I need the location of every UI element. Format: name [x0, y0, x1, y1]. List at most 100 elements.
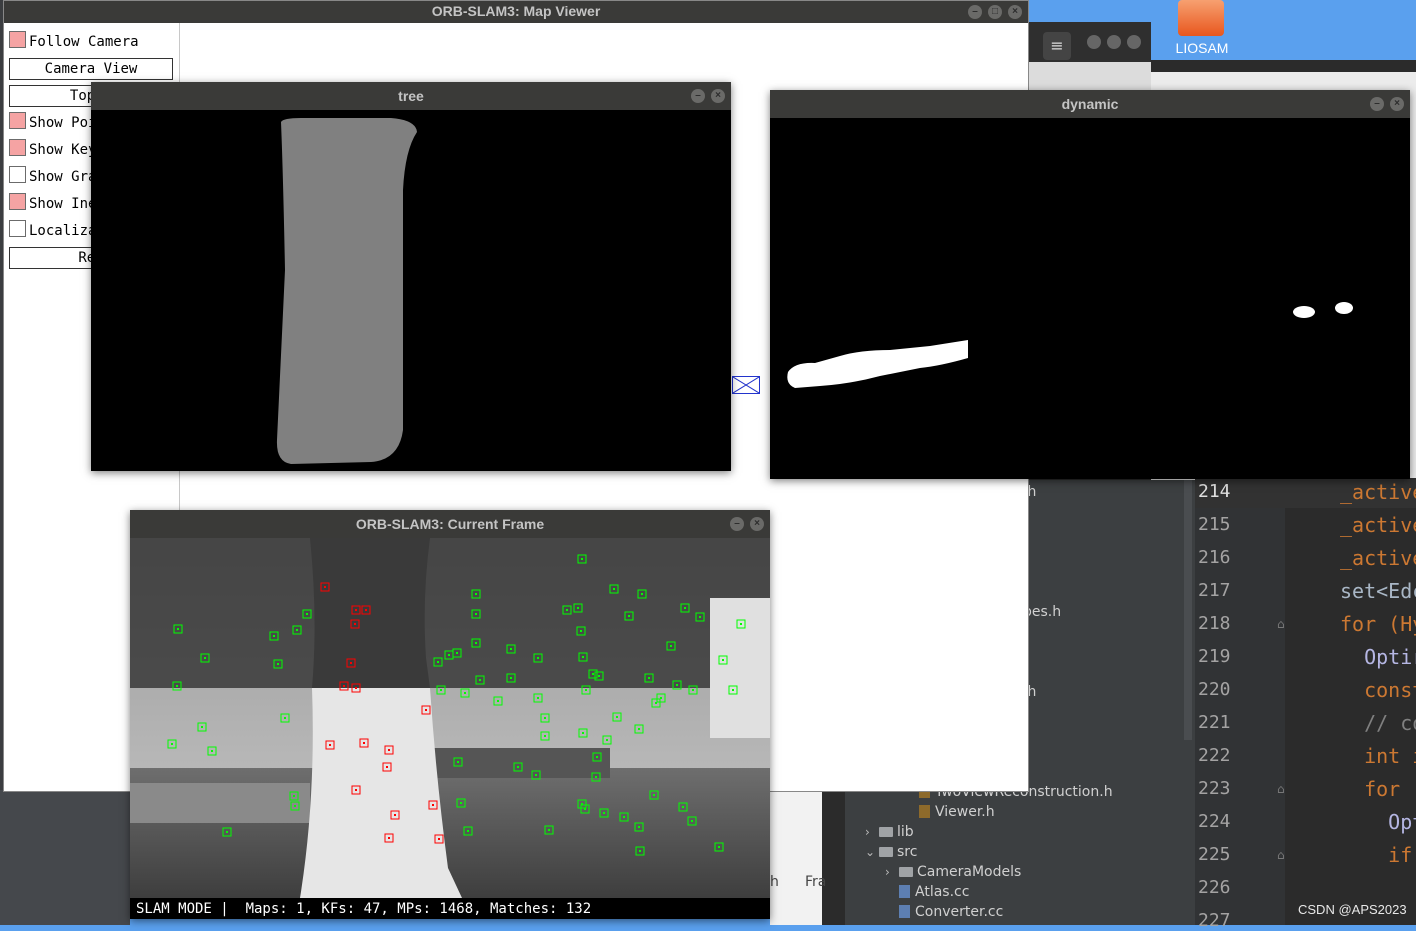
desktop-icon-label[interactable]: LIOSAM: [1160, 40, 1244, 56]
line-number: 220: [1198, 679, 1231, 700]
maximize-icon[interactable]: [1107, 35, 1121, 49]
chevron-right-icon[interactable]: ›: [885, 865, 899, 879]
minimize-icon[interactable]: –: [1370, 97, 1384, 111]
dynamic-keypoint-center: [388, 749, 390, 751]
window-title: ORB-SLAM3: Map Viewer: [431, 3, 601, 19]
code-line[interactable]: _active: [1340, 546, 1416, 570]
ide-tabbar: [1027, 62, 1151, 90]
desktop-panel: [0, 790, 130, 925]
scrollbar[interactable]: [1184, 480, 1192, 740]
fold-icon[interactable]: ⌂: [1277, 848, 1285, 862]
minimize-icon[interactable]: –: [968, 5, 982, 19]
tracked-keypoint-center: [176, 685, 178, 687]
dynamic-keypoint-center: [432, 804, 434, 806]
tree-item[interactable]: Converter.cc: [885, 904, 1003, 920]
close-icon[interactable]: [1127, 35, 1141, 49]
status-bar: SLAM MODE | Maps: 1, KFs: 47, MPs: 1468,…: [130, 899, 770, 919]
camera-frustum-icon: [733, 377, 759, 393]
checkbox-show-gra[interactable]: Show Gra: [9, 166, 96, 188]
tracked-keypoint-center: [544, 717, 546, 719]
line-number: 223: [1198, 778, 1231, 799]
tree-item[interactable]: Atlas.cc: [885, 884, 969, 900]
code-line[interactable]: Optir: [1340, 645, 1416, 669]
tracked-keypoint-center: [294, 805, 296, 807]
line-number: 216: [1198, 547, 1231, 568]
tree-item[interactable]: › CameraModels: [885, 864, 1021, 880]
code-line[interactable]: for (Hy: [1340, 612, 1416, 636]
chevron-right-icon[interactable]: ›: [865, 825, 879, 839]
dynamic-keypoint-center: [365, 609, 367, 611]
tracked-keypoint-center: [682, 806, 684, 808]
checkbox-box[interactable]: [9, 166, 26, 183]
checkbox-box[interactable]: [9, 31, 26, 48]
tree-item[interactable]: Viewer.h: [905, 804, 995, 820]
tracked-keypoint-center: [467, 830, 469, 832]
folder-icon: [879, 847, 893, 857]
code-line[interactable]: for (: [1340, 777, 1416, 801]
dynamic-keypoint-center: [354, 623, 356, 625]
tracked-keypoint-center: [655, 702, 657, 704]
partial-text: h: [770, 874, 779, 890]
checkbox-localiza[interactable]: Localiza: [9, 220, 96, 242]
code-line[interactable]: // co: [1340, 711, 1416, 735]
tree-item[interactable]: ⌄ src: [865, 844, 917, 860]
checkbox-show-key[interactable]: Show Key: [9, 139, 96, 161]
tracked-keypoint-center: [204, 657, 206, 659]
line-number: 224: [1198, 811, 1231, 832]
fold-icon[interactable]: ⌂: [1277, 617, 1285, 631]
tracked-keypoint-center: [448, 654, 450, 656]
checkbox-follow-camera[interactable]: Follow Camera: [9, 31, 139, 53]
tracked-keypoint-center: [577, 607, 579, 609]
close-icon[interactable]: ×: [1008, 5, 1022, 19]
code-line[interactable]: _active: [1340, 513, 1416, 537]
tracked-keypoint-center: [544, 735, 546, 737]
tracked-keypoint-center: [537, 657, 539, 659]
fold-icon[interactable]: ⌂: [1277, 782, 1285, 796]
code-line[interactable]: Opt: [1340, 810, 1416, 834]
tracked-keypoint-center: [293, 795, 295, 797]
code-line[interactable]: set<Edc: [1340, 579, 1416, 603]
folder-icon[interactable]: [1178, 0, 1224, 36]
checkbox-box[interactable]: [9, 139, 26, 156]
map-viewer-titlebar[interactable]: ORB-SLAM3: Map Viewer – □ ×: [4, 1, 1028, 23]
tree-window: tree – ×: [91, 82, 731, 471]
checkbox-box[interactable]: [9, 112, 26, 129]
tracked-keypoint-center: [691, 820, 693, 822]
close-icon[interactable]: ×: [711, 89, 725, 103]
tracked-keypoint-center: [598, 675, 600, 677]
menu-icon[interactable]: ≡: [1043, 32, 1071, 60]
tree-titlebar[interactable]: tree – ×: [91, 82, 731, 110]
chevron-down-icon[interactable]: ⌄: [865, 845, 879, 859]
tracked-keypoint-center: [171, 743, 173, 745]
checkbox-show-poi[interactable]: Show Poi: [9, 112, 96, 134]
tree-item[interactable]: › lib: [865, 824, 914, 840]
tracked-keypoint-center: [732, 689, 734, 691]
code-line[interactable]: int i: [1340, 744, 1416, 768]
tracked-keypoint-center: [277, 663, 279, 665]
minimize-icon[interactable]: –: [691, 89, 705, 103]
checkbox-box[interactable]: [9, 193, 26, 210]
dynamic-keypoint-center: [438, 838, 440, 840]
tracked-keypoint-center: [585, 689, 587, 691]
dynamic-titlebar[interactable]: dynamic – ×: [770, 90, 1410, 118]
line-number: 215: [1198, 514, 1231, 535]
code-line[interactable]: _active: [1340, 480, 1416, 504]
maximize-icon[interactable]: □: [988, 5, 1002, 19]
checkbox-box[interactable]: [9, 220, 26, 237]
tracked-keypoint-center: [623, 816, 625, 818]
tracked-keypoint-center: [638, 826, 640, 828]
tracked-keypoint-center: [510, 648, 512, 650]
line-number: 219: [1198, 646, 1231, 667]
minimize-icon[interactable]: [1087, 35, 1101, 49]
close-icon[interactable]: ×: [1390, 97, 1404, 111]
button-camera-view[interactable]: Camera View: [9, 58, 173, 80]
cpp-file-icon: [899, 885, 910, 898]
code-line[interactable]: const: [1340, 678, 1416, 702]
tracked-keypoint-center: [653, 794, 655, 796]
code-line[interactable]: if: [1340, 843, 1412, 867]
tracked-keypoint-center: [613, 588, 615, 590]
checkbox-show-ine[interactable]: Show Ine: [9, 193, 96, 215]
line-number: 214: [1198, 481, 1231, 502]
tracked-keypoint-center: [440, 689, 442, 691]
tracked-keypoint-center: [580, 630, 582, 632]
